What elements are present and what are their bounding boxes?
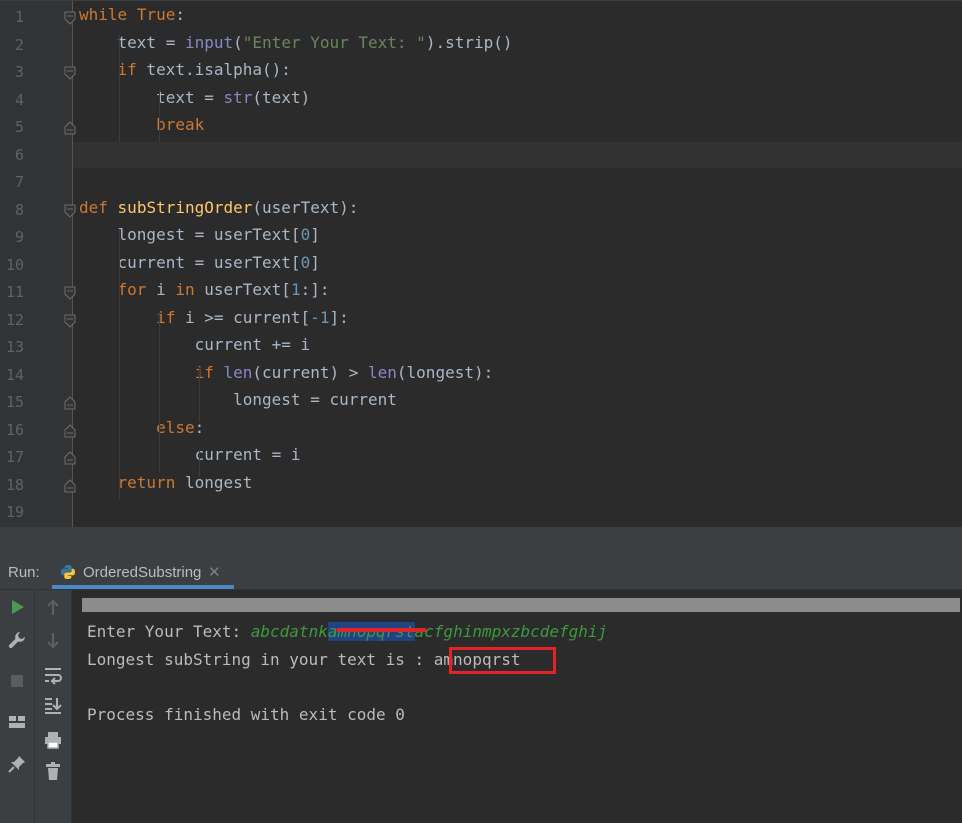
- input-prompt: Enter Your Text:: [87, 622, 251, 641]
- arrow-up-icon[interactable]: [43, 598, 63, 618]
- run-toolbar-left: [0, 590, 35, 823]
- line-number: 16: [5, 420, 24, 439]
- stop-icon[interactable]: [7, 671, 27, 691]
- run-icon[interactable]: [7, 597, 27, 617]
- panel-splitter[interactable]: [0, 527, 962, 555]
- tab-label: OrderedSubstring: [83, 564, 202, 581]
- code-line[interactable]: text = input("Enter Your Text: ").strip(…: [79, 33, 513, 53]
- trash-icon[interactable]: [43, 761, 63, 781]
- line-number: 15: [5, 393, 24, 411]
- fold-open-icon[interactable]: [63, 286, 77, 300]
- indent-guide: [199, 367, 200, 422]
- progress-bar: [82, 598, 960, 612]
- line-number: 10: [5, 255, 24, 274]
- code-line[interactable]: longest = userText[0]: [79, 225, 320, 245]
- fold-open-icon[interactable]: [63, 66, 77, 80]
- run-toolwindow-header: Run: OrderedSubstring ✕: [0, 555, 962, 590]
- fold-end-icon[interactable]: [63, 451, 77, 465]
- indent-guide: [159, 312, 160, 472]
- fold-end-icon[interactable]: [63, 396, 77, 410]
- red-underline-annotation: [337, 628, 426, 632]
- code-line[interactable]: text = str(text): [79, 88, 310, 108]
- fold-open-icon[interactable]: [63, 11, 77, 25]
- close-icon[interactable]: ✕: [208, 563, 221, 581]
- soft-wrap-icon[interactable]: [43, 665, 63, 685]
- line-number: 14: [5, 365, 24, 384]
- code-line[interactable]: if len(current) > len(longest):: [79, 363, 494, 383]
- arrow-down-icon[interactable]: [43, 630, 63, 650]
- run-toolbar-right: [35, 590, 72, 823]
- fold-end-icon[interactable]: [63, 424, 77, 438]
- current-line-highlight: [73, 142, 962, 168]
- code-line[interactable]: current += i: [79, 335, 311, 355]
- line-number: 4: [14, 90, 24, 109]
- layout-icon[interactable]: [7, 712, 27, 732]
- code-editor[interactable]: 1 2 3 4 5 6 7 8 9 10 11 12 13 14 15 16 17 18 19 while True…: [0, 0, 962, 528]
- tab-active-indicator: [52, 585, 234, 589]
- indent-guide: [119, 229, 120, 499]
- code-line[interactable]: current = i: [79, 445, 301, 465]
- wrench-icon[interactable]: [7, 630, 27, 650]
- line-number: 18: [5, 475, 24, 494]
- indent-guide: [119, 35, 120, 142]
- code-line[interactable]: if text.isalpha():: [79, 60, 291, 80]
- line-number: 8: [14, 200, 24, 219]
- run-label: Run:: [8, 564, 40, 581]
- code-line[interactable]: current = userText[0]: [79, 253, 320, 273]
- line-number-gutter: 1 2 3 4 5 6 7 8 9 10 11 12 13 14 15 16 17 18 19: [0, 1, 76, 528]
- line-number: 17: [5, 448, 24, 466]
- exit-message: Process finished with exit code 0: [87, 705, 405, 724]
- fold-end-icon[interactable]: [63, 479, 77, 493]
- console-input-line: Enter Your Text: abcdatnkamnopqrstacfghi…: [87, 622, 607, 642]
- tab-orderedsubstring[interactable]: OrderedSubstring ✕: [52, 555, 234, 589]
- line-number: 13: [5, 338, 24, 356]
- line-number: 9: [14, 228, 24, 246]
- line-number: 1: [14, 8, 24, 26]
- fold-end-icon[interactable]: [63, 121, 77, 135]
- code-line[interactable]: def subStringOrder(userText):: [79, 198, 358, 218]
- line-number: 11: [5, 283, 24, 301]
- line-number: 12: [5, 310, 24, 329]
- indent-guide: [159, 90, 160, 142]
- console-output[interactable]: Enter Your Text: abcdatnkamnopqrstacfghi…: [72, 590, 962, 823]
- fold-open-icon[interactable]: [63, 314, 77, 328]
- print-icon[interactable]: [43, 730, 63, 750]
- indent-guide: [199, 449, 200, 477]
- line-number: 5: [14, 118, 24, 136]
- code-line[interactable]: else:: [79, 418, 204, 438]
- line-number: 6: [14, 145, 24, 164]
- python-file-icon: [61, 565, 75, 579]
- user-input-prefix: abcdatnk: [250, 622, 328, 641]
- result-label: Longest subString in your text is :: [87, 650, 434, 669]
- line-number: 7: [14, 173, 24, 191]
- line-number: 19: [5, 503, 24, 521]
- line-number: 2: [14, 35, 24, 54]
- code-line[interactable]: return longest: [79, 473, 253, 493]
- scroll-to-end-icon[interactable]: [43, 695, 63, 715]
- red-box-annotation: [449, 647, 556, 674]
- pin-icon[interactable]: [7, 754, 27, 774]
- user-input-suffix: acfghinmpxzbcdefghij: [414, 622, 608, 641]
- code-line[interactable]: break: [79, 115, 204, 135]
- code-line[interactable]: longest = current: [79, 390, 397, 410]
- fold-open-icon[interactable]: [63, 204, 77, 218]
- code-line[interactable]: for i in userText[1:]:: [79, 280, 330, 300]
- line-number: 3: [14, 63, 24, 81]
- code-line[interactable]: while True:: [79, 5, 185, 25]
